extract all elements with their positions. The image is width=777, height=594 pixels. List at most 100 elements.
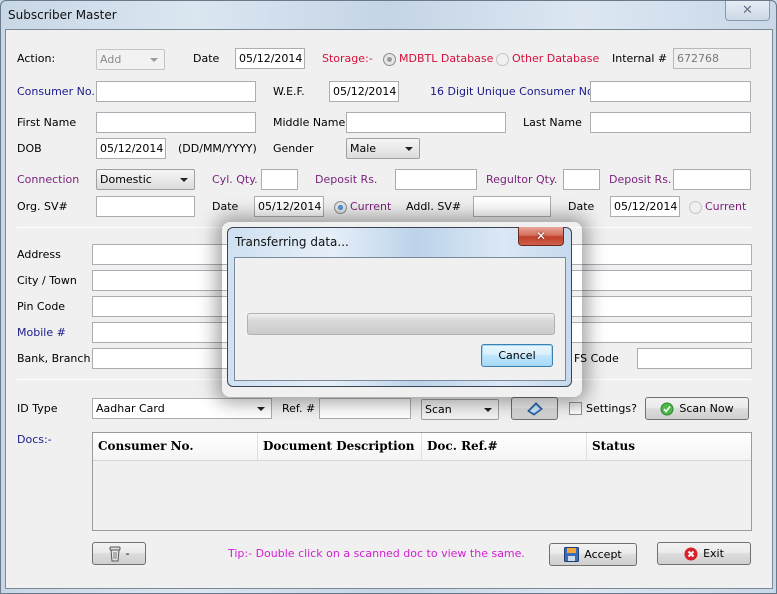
date-label: Date [193, 52, 220, 65]
org-date-field[interactable]: 05/12/2014 [254, 196, 324, 217]
gender-label: Gender [273, 142, 314, 155]
internal-number-label: Internal # [612, 52, 668, 65]
ref-field[interactable] [319, 398, 411, 419]
tip-text: Tip:- Double click on a scanned doc to v… [228, 547, 525, 560]
unique-consumer-label: 16 Digit Unique Consumer No. [430, 85, 598, 98]
id-type-value: Aadhar Card [96, 402, 165, 415]
cyl-qty-label: Cyl. Qty. [212, 173, 258, 186]
dialog-body: Cancel [234, 257, 566, 381]
accept-label: Accept [584, 548, 622, 561]
connection-label: Connection [17, 173, 80, 186]
progress-bar [247, 313, 555, 335]
regulator-qty-label: Regultor Qty. [486, 173, 558, 186]
addl-current-label: Current [705, 200, 747, 213]
org-sv-label: Org. SV# [17, 200, 68, 213]
org-current-radio[interactable] [334, 201, 347, 214]
exit-button[interactable]: Exit [657, 542, 751, 565]
mdbtl-database-label: MDBTL Database [399, 52, 494, 65]
close-icon: ✕ [535, 229, 547, 243]
regulator-qty-field[interactable] [563, 169, 600, 190]
dob-label: DOB [17, 142, 42, 155]
date-field[interactable]: 05/12/2014 [235, 48, 305, 69]
chevron-down-icon [180, 178, 188, 182]
city-label: City / Town [17, 274, 77, 287]
other-database-label: Other Database [512, 52, 600, 65]
exit-label: Exit [703, 547, 724, 560]
middle-name-label: Middle Name [273, 116, 346, 129]
scan-source-value: Scan [425, 403, 452, 416]
scan-source-select[interactable]: Scan [421, 399, 499, 420]
org-date-label: Date [212, 200, 239, 213]
gender-value: Male [350, 142, 377, 155]
addl-date-label: Date [568, 200, 595, 213]
cyl-qty-field[interactable] [261, 169, 298, 190]
id-type-select[interactable]: Aadhar Card [92, 398, 272, 419]
scanner-icon [526, 401, 543, 416]
ref-label: Ref. # [282, 402, 316, 415]
settings-label: Settings? [586, 402, 637, 415]
addl-sv-field[interactable] [473, 196, 551, 217]
column-header-doc-ref[interactable]: Doc. Ref.# [422, 433, 587, 460]
action-value: Add [100, 53, 122, 66]
scanner-button[interactable] [511, 397, 558, 420]
chevron-down-icon [405, 147, 413, 151]
window-close-button[interactable]: ✕ [725, 1, 770, 21]
wef-date-field[interactable]: 05/12/2014 [329, 81, 399, 102]
deposit-label: Deposit Rs. [315, 173, 378, 186]
org-sv-field[interactable] [96, 196, 195, 217]
dob-format-hint: (DD/MM/YYYY) [178, 142, 257, 155]
delete-doc-label: - [125, 547, 130, 560]
gender-select[interactable]: Male [346, 138, 420, 159]
delete-doc-button[interactable]: - [92, 542, 146, 565]
save-icon [564, 547, 580, 562]
wef-label: W.E.F. [273, 85, 305, 98]
last-name-field[interactable] [590, 112, 751, 133]
trash-icon [109, 546, 120, 561]
ifs-code-field[interactable] [637, 348, 752, 369]
connection-value: Domestic [100, 173, 152, 186]
chevron-down-icon [150, 58, 158, 62]
check-circle-icon [660, 402, 674, 415]
column-header-document-description[interactable]: Document Description [258, 433, 422, 460]
dialog-close-button[interactable]: ✕ [518, 227, 564, 246]
docs-table-header: Consumer No. Document Description Doc. R… [93, 433, 751, 461]
accept-button[interactable]: Accept [549, 543, 637, 566]
dialog-title: Transferring data... [235, 235, 349, 249]
close-circle-icon [684, 547, 698, 560]
settings-checkbox[interactable] [569, 402, 582, 415]
mobile-label: Mobile # [17, 326, 66, 339]
docs-table[interactable]: Consumer No. Document Description Doc. R… [92, 432, 752, 531]
other-database-radio[interactable] [496, 53, 509, 66]
addl-current-radio[interactable] [689, 201, 702, 214]
connection-select[interactable]: Domestic [96, 169, 195, 190]
deposit-field[interactable] [395, 169, 477, 190]
scan-now-label: Scan Now [679, 402, 734, 415]
id-type-label: ID Type [17, 402, 58, 415]
consumer-no-field[interactable] [96, 81, 256, 102]
cancel-button[interactable]: Cancel [481, 344, 553, 367]
chevron-down-icon [484, 408, 492, 412]
pin-code-label: Pin Code [17, 300, 66, 313]
close-icon: ✕ [742, 3, 753, 18]
consumer-no-label: Consumer No. [17, 85, 95, 98]
unique-consumer-field[interactable] [590, 81, 751, 102]
dob-field[interactable]: 05/12/2014 [96, 138, 166, 159]
storage-label: Storage:- [322, 52, 373, 65]
deposit2-label: Deposit Rs. [609, 173, 672, 186]
transferring-data-dialog: Transferring data... ✕ Cancel [227, 227, 572, 387]
deposit2-field[interactable] [673, 169, 751, 190]
scan-now-button[interactable]: Scan Now [645, 397, 749, 420]
column-header-status[interactable]: Status [587, 433, 751, 460]
first-name-label: First Name [17, 116, 77, 129]
last-name-label: Last Name [523, 116, 582, 129]
chevron-down-icon [257, 407, 265, 411]
mdbtl-database-radio[interactable] [383, 53, 396, 66]
action-label: Action: [17, 52, 56, 65]
internal-number-field[interactable]: 672768 [673, 48, 751, 69]
first-name-field[interactable] [96, 112, 256, 133]
action-select[interactable]: Add [96, 49, 165, 70]
addl-date-field[interactable]: 05/12/2014 [610, 196, 680, 217]
column-header-consumer-no[interactable]: Consumer No. [93, 433, 258, 460]
cancel-label: Cancel [498, 349, 536, 362]
middle-name-field[interactable] [346, 112, 506, 133]
